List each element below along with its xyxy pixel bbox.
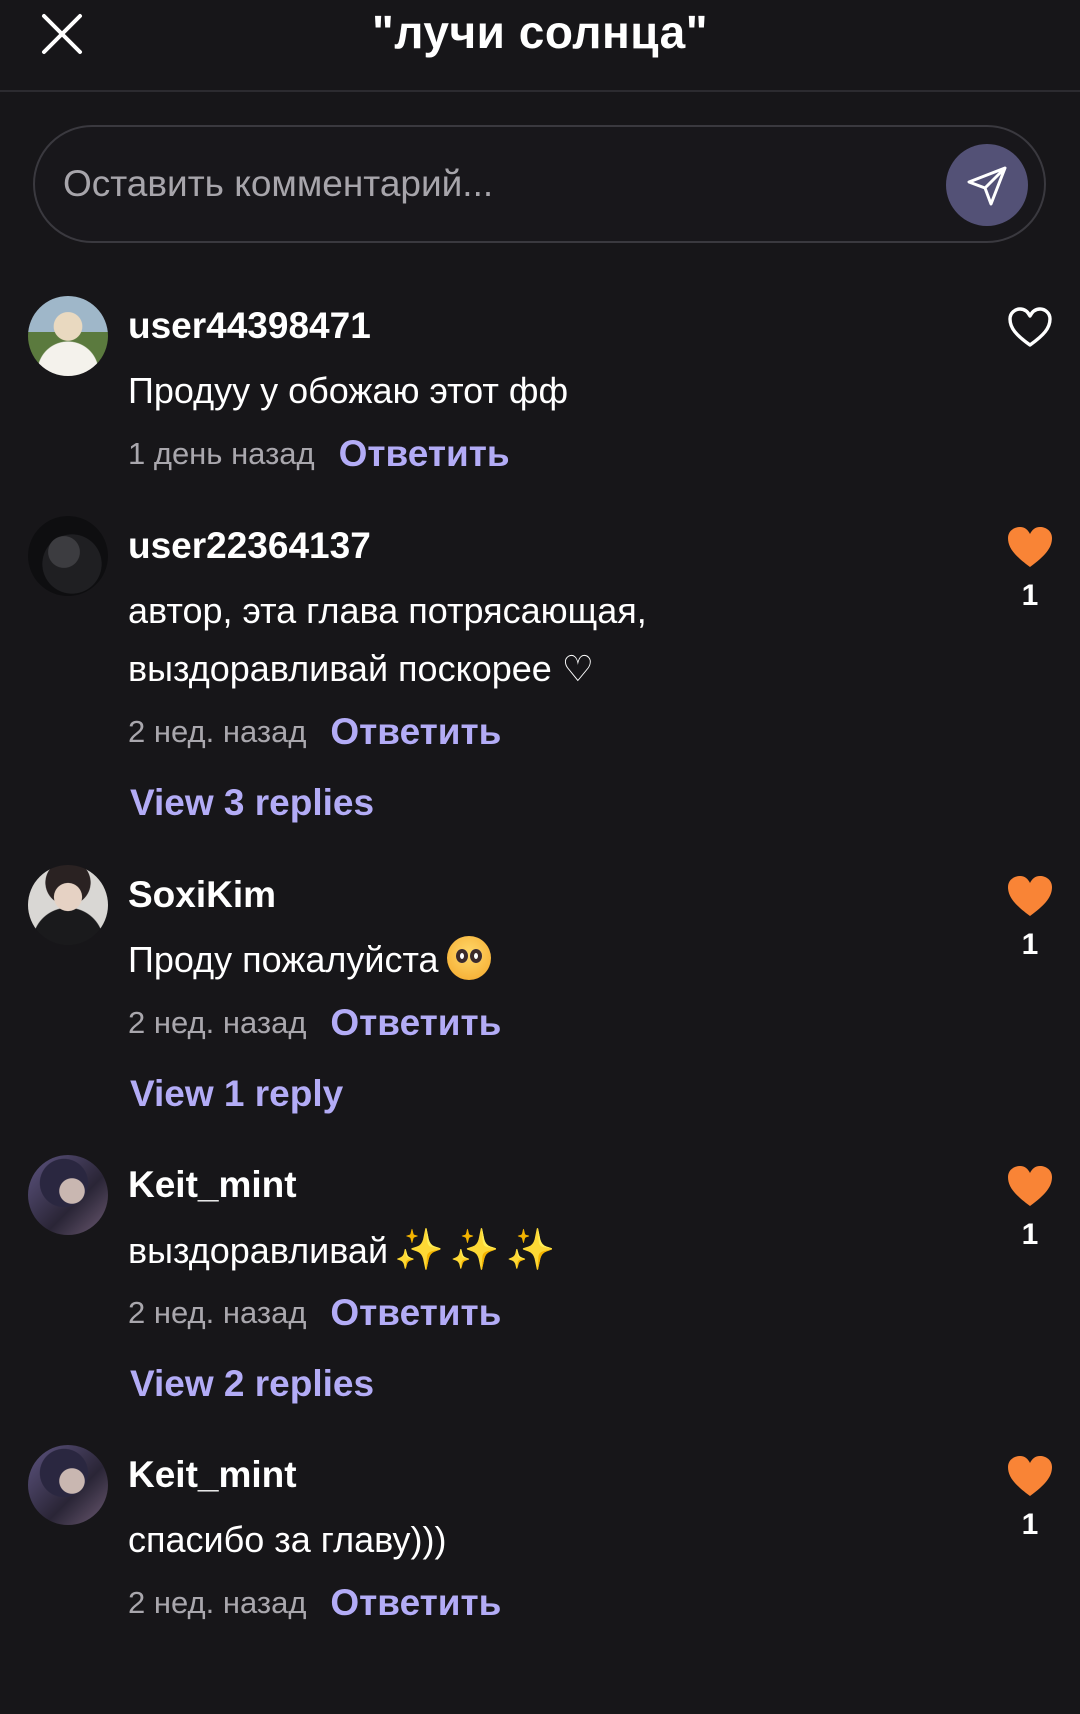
- reply-button[interactable]: Ответить: [330, 1002, 501, 1044]
- avatar[interactable]: [28, 1445, 108, 1525]
- comment-item: Keit_mint спасибо за главу))) 2 нед. наз…: [0, 1445, 1080, 1645]
- comment-item: SoxiKim Проду пожалуйста 2 нед. назад От…: [0, 865, 1080, 1135]
- heart-filled-icon[interactable]: [1006, 524, 1054, 572]
- heart-outline-icon[interactable]: [1006, 304, 1054, 352]
- comment-meta: 2 нед. назад Ответить: [128, 998, 501, 1048]
- comment-text: Проду пожалуйста: [128, 931, 491, 989]
- comment-text-line-1: автор, эта глава потрясающая,: [128, 590, 647, 631]
- reply-button[interactable]: Ответить: [339, 433, 510, 475]
- avatar[interactable]: [28, 1155, 108, 1235]
- comment-input-box: [33, 125, 1046, 243]
- avatar[interactable]: [28, 865, 108, 945]
- comment-meta: 2 нед. назад Ответить: [128, 1578, 501, 1628]
- comment-meta: 1 день назад Ответить: [128, 429, 510, 479]
- send-icon: [967, 166, 1007, 206]
- like-count: 1: [1021, 579, 1039, 612]
- page-title: "лучи солнца": [371, 6, 709, 58]
- like-count: 1: [1021, 1218, 1039, 1251]
- comment-username[interactable]: user44398471: [128, 304, 371, 348]
- avatar[interactable]: [28, 516, 108, 596]
- comment-text-body: Проду пожалуйста: [128, 939, 439, 980]
- comment-username[interactable]: SoxiKim: [128, 873, 276, 917]
- view-replies-link[interactable]: View 1 reply: [130, 1069, 343, 1119]
- view-replies-link[interactable]: View 3 replies: [130, 778, 374, 828]
- sparkles-icon: ✨: [505, 1228, 556, 1272]
- comment-time: 2 нед. назад: [128, 1005, 307, 1040]
- comment-time: 2 нед. назад: [128, 1295, 307, 1330]
- like-count: 1: [1021, 1508, 1039, 1541]
- sparkles-icon: ✨: [449, 1228, 500, 1272]
- comment-time: 2 нед. назад: [128, 714, 307, 749]
- comment-text-line-2: выздоравливай поскорее ♡: [128, 648, 595, 689]
- comment-text: спасибо за главу))): [128, 1519, 447, 1560]
- comment-meta: 2 нед. назад Ответить: [128, 1288, 501, 1338]
- comment-item: Keit_mint выздоравливай ✨ ✨ ✨ 2 нед. назад …: [0, 1155, 1080, 1425]
- pleading-face-emoji-icon: [446, 936, 491, 980]
- avatar[interactable]: [28, 296, 108, 376]
- comment-time: 1 день назад: [128, 436, 315, 471]
- send-button[interactable]: [946, 144, 1028, 226]
- comment-item: user44398471 Продуу у обожаю этот фф 1 д…: [0, 296, 1080, 476]
- comment-item: user22364137 автор, эта глава потрясающа…: [0, 516, 1080, 846]
- comment-username[interactable]: Keit_mint: [128, 1163, 297, 1207]
- close-icon[interactable]: [36, 8, 88, 60]
- comment-time: 2 нед. назад: [128, 1585, 307, 1620]
- comment-input[interactable]: [63, 151, 913, 217]
- comment-meta: 2 нед. назад Ответить: [128, 707, 501, 757]
- header: "лучи солнца": [0, 0, 1080, 92]
- heart-filled-icon[interactable]: [1006, 1453, 1054, 1501]
- comment-username[interactable]: user22364137: [128, 524, 371, 568]
- like-count: 1: [1021, 928, 1039, 961]
- reply-button[interactable]: Ответить: [330, 1292, 501, 1334]
- reply-button[interactable]: Ответить: [330, 1582, 501, 1624]
- reply-button[interactable]: Ответить: [330, 711, 501, 753]
- comment-username[interactable]: Keit_mint: [128, 1453, 297, 1497]
- comment-text-body: выздоравливай: [128, 1230, 389, 1271]
- comment-text: Продуу у обожаю этот фф: [128, 370, 569, 411]
- heart-filled-icon[interactable]: [1006, 873, 1054, 921]
- sparkles-icon: ✨: [394, 1228, 444, 1272]
- view-replies-link[interactable]: View 2 replies: [130, 1359, 374, 1409]
- comment-text: выздоравливай ✨ ✨ ✨: [128, 1221, 556, 1280]
- heart-filled-icon[interactable]: [1006, 1163, 1054, 1211]
